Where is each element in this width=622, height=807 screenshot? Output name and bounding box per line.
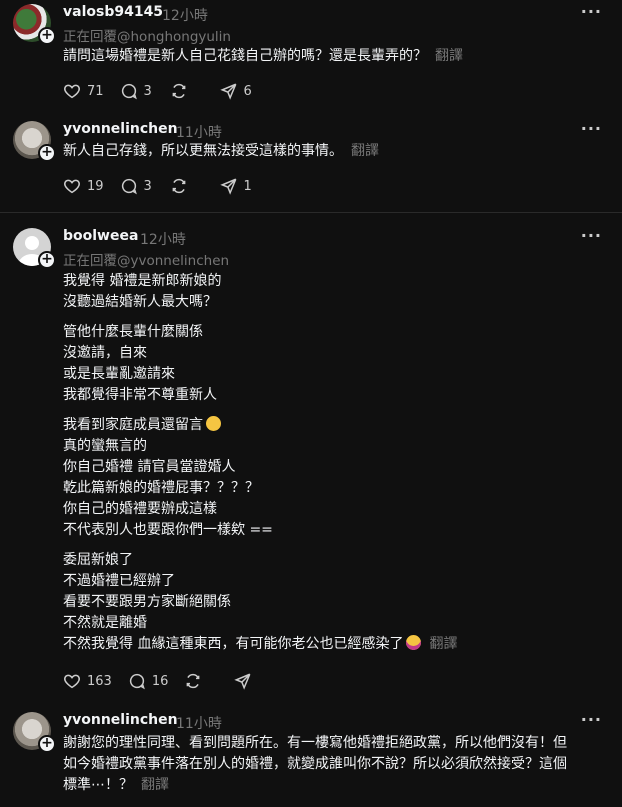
post-body: 新人自己存錢，所以更無法接受這樣的事情。 翻譯 <box>63 143 379 159</box>
comment-count: 3 <box>143 83 152 99</box>
avatar[interactable]: + <box>13 712 56 753</box>
repost-icon <box>172 178 185 194</box>
post-paragraph: 我覺得 婚禮是新郎新娘的 沒聽過結婚新人最大嗎？ <box>63 273 222 310</box>
follow-plus-icon[interactable]: + <box>38 144 56 162</box>
share-icon <box>234 673 251 690</box>
post-yvonnelinchen-reply: + yvonnelinchen 11小時 ··· 新人自己存錢，所以更無法接受這… <box>0 119 622 211</box>
post-body-line: 謝謝您的理性同理、看到問題所在。有一樓寫他婚禮拒絕政黨，所以他們沒有！但 <box>63 735 567 751</box>
username[interactable]: valosb94145 <box>63 4 163 20</box>
reply-to-label[interactable]: 正在回覆@yvonnelinchen <box>63 249 229 269</box>
post-paragraph: 管他什麼長輩什麼關係 沒邀請，自來 或是長輩亂邀請來 我都覺得非常不尊重新人 <box>63 324 217 403</box>
repost-icon <box>172 83 185 99</box>
post-body-line: 如今婚禮政黨事件落在別人的婚禮，就變成誰叫你不說？所以必須欣然接受？這個 <box>63 756 567 772</box>
more-icon[interactable]: ··· <box>581 226 602 245</box>
action-bar: 19 3 1 <box>63 175 270 197</box>
follow-plus-icon[interactable]: + <box>38 27 56 45</box>
rolling-eyes-emoji-icon <box>206 416 221 431</box>
username[interactable]: yvonnelinchen <box>63 712 178 728</box>
share-icon <box>219 83 236 100</box>
follow-plus-icon[interactable]: + <box>38 735 56 753</box>
like-count: 163 <box>87 673 112 689</box>
avatar[interactable]: + <box>13 228 56 269</box>
translate-link[interactable]: 翻譯 <box>351 143 379 159</box>
username[interactable]: yvonnelinchen <box>63 121 178 137</box>
timestamp: 11小時 <box>176 716 222 732</box>
grimacing-emoji-icon <box>406 635 422 650</box>
username[interactable]: boolweea <box>63 228 138 244</box>
repost-icon <box>187 673 200 689</box>
divider <box>0 212 622 213</box>
post-paragraph: 真的蠻無言的 你自己婚禮 請官員當證婚人 乾此篇新娘的婚禮屁事？？？？ 你自己的… <box>63 438 273 538</box>
comment-icon <box>121 178 137 195</box>
translate-link[interactable]: 翻譯 <box>435 48 463 64</box>
repost-button[interactable] <box>170 82 204 100</box>
post-paragraph: 不然我覺得 血緣這種東西，有可能你老公也已經感染了 翻譯 <box>63 635 458 652</box>
more-icon[interactable]: ··· <box>581 119 602 138</box>
comment-count: 3 <box>143 178 152 194</box>
avatar[interactable]: + <box>13 121 56 162</box>
action-bar: 163 16 <box>63 670 284 692</box>
like-button[interactable]: 71 <box>63 82 104 100</box>
share-count: 6 <box>243 83 252 99</box>
translate-link[interactable]: 翻譯 <box>429 636 457 652</box>
post-yvonnelinchen-second: + yvonnelinchen 11小時 ··· 謝謝您的理性同理、看到問題所在… <box>0 710 622 807</box>
post-body: 請問這場婚禮是新人自己花錢自己辦的嗎？還是長輩弄的？ 翻譯 <box>63 48 463 64</box>
share-button[interactable] <box>234 672 268 690</box>
more-icon[interactable]: ··· <box>581 2 602 21</box>
action-bar: 71 3 6 <box>63 80 270 102</box>
like-button[interactable]: 19 <box>63 177 104 195</box>
translate-link[interactable]: 翻譯 <box>141 777 169 793</box>
post-paragraph: 我看到家庭成員還留言 <box>63 415 221 436</box>
heart-icon <box>64 179 80 194</box>
more-icon[interactable]: ··· <box>581 710 602 729</box>
heart-icon <box>64 84 80 99</box>
repost-button[interactable] <box>170 177 204 195</box>
timestamp: 12小時 <box>140 232 186 248</box>
share-count: 1 <box>243 178 252 194</box>
comment-button[interactable]: 3 <box>120 82 154 100</box>
reply-to-label[interactable]: 正在回覆@honghongyulin <box>63 25 231 45</box>
timestamp: 11小時 <box>176 125 222 141</box>
heart-icon <box>64 674 80 689</box>
repost-button[interactable] <box>184 672 218 690</box>
avatar[interactable]: + <box>13 4 56 45</box>
comment-icon <box>121 83 137 100</box>
like-count: 71 <box>87 83 104 99</box>
like-button[interactable]: 163 <box>63 672 112 690</box>
comment-button[interactable]: 16 <box>128 672 169 690</box>
post-valosb94145: + valosb94145 12小時 ··· 正在回覆@honghongyuli… <box>0 0 622 120</box>
like-count: 19 <box>87 178 104 194</box>
share-button[interactable]: 1 <box>219 177 254 195</box>
comment-button[interactable]: 3 <box>120 177 154 195</box>
comment-icon <box>129 673 145 690</box>
share-button[interactable]: 6 <box>219 82 254 100</box>
post-paragraph: 委屈新娘了 不過婚禮已經辦了 看要不要跟男方家斷絕關係 不然就是離婚 <box>63 552 231 631</box>
timestamp: 12小時 <box>162 8 208 24</box>
post-boolweea: + boolweea 12小時 ··· 正在回覆@yvonnelinchen 我… <box>0 226 622 706</box>
follow-plus-icon[interactable]: + <box>38 251 56 269</box>
share-icon <box>219 178 236 195</box>
comment-count: 16 <box>151 673 169 689</box>
post-body-line: 標準⋯！？ 翻譯 <box>63 777 169 793</box>
